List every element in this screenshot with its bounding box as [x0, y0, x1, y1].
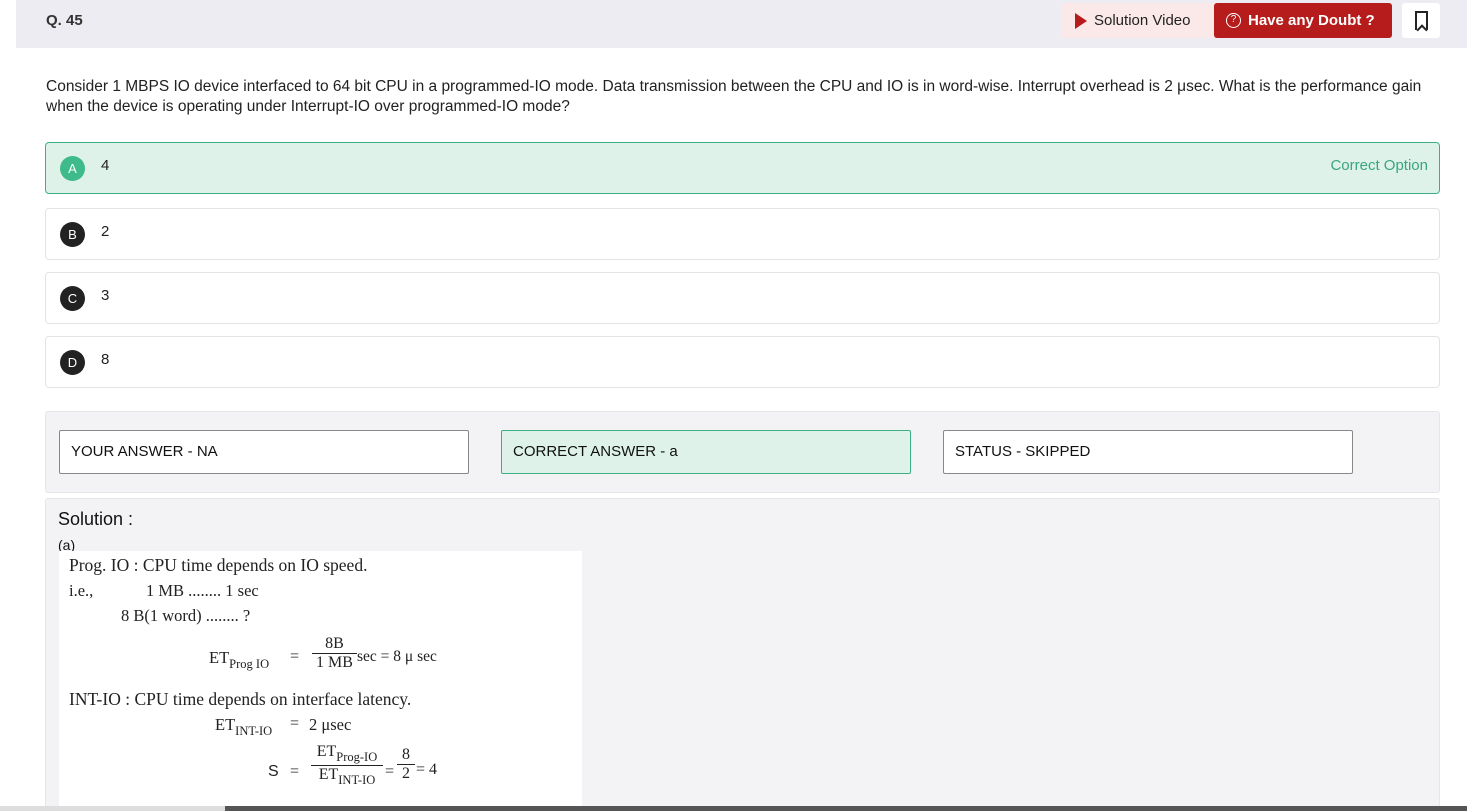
- bookmark-button[interactable]: [1402, 3, 1440, 38]
- fraction-denominator: 2: [397, 764, 415, 783]
- question-text: Consider 1 MBPS IO device interfaced to …: [46, 78, 1422, 115]
- option-letter: C: [60, 286, 85, 311]
- et-subscript: INT-IO: [338, 773, 376, 787]
- fraction-numerator: 8: [402, 746, 410, 763]
- equals-sign: =: [290, 763, 300, 780]
- option-letter: D: [60, 350, 85, 375]
- play-icon: [1075, 12, 1087, 29]
- solution-result: = 4: [416, 761, 438, 778]
- question-header: Q. 45 Solution Video ? Have any Doubt ?: [16, 0, 1467, 48]
- solution-video-button[interactable]: Solution Video: [1062, 3, 1224, 38]
- option-value: 3: [101, 287, 110, 304]
- answer-summary: YOUR ANSWER - NA CORRECT ANSWER - a STAT…: [45, 411, 1440, 493]
- correct-answer-box: CORRECT ANSWER - a: [501, 430, 911, 474]
- solution-video-label: Solution Video: [1094, 12, 1191, 29]
- equals-sign: =: [290, 715, 300, 732]
- solution-panel: Solution : (a) Prog. IO : CPU time depen…: [45, 498, 1440, 811]
- have-doubt-button[interactable]: ? Have any Doubt ?: [1214, 3, 1392, 38]
- solution-line: Prog. IO : CPU time depends on IO speed.: [69, 555, 368, 575]
- option-value: 4: [101, 157, 110, 174]
- et-symbol: ET: [318, 766, 339, 783]
- question-number: Q. 45: [46, 12, 83, 29]
- et-subscript: INT-IO: [235, 724, 273, 738]
- fraction-numerator: ETProg-IO: [311, 743, 383, 765]
- option-c[interactable]: C 3: [45, 272, 1440, 324]
- et-subscript: Prog-IO: [336, 750, 378, 764]
- et-subscript: Prog IO: [229, 657, 270, 671]
- option-a[interactable]: A 4 Correct Option: [45, 142, 1440, 194]
- solution-line: INT-IO : CPU time depends on interface l…: [69, 689, 412, 709]
- correct-option-tag: Correct Option: [1330, 157, 1428, 174]
- option-value: 8: [101, 351, 110, 368]
- solution-line: 8 B(1 word) ........ ?: [121, 606, 251, 625]
- option-b[interactable]: B 2: [45, 208, 1440, 260]
- solution-image: Prog. IO : CPU time depends on IO speed.…: [59, 551, 582, 811]
- option-d[interactable]: D 8: [45, 336, 1440, 388]
- speedup-symbol: S: [268, 763, 279, 780]
- et-symbol: ET: [215, 715, 236, 734]
- et-symbol: ET: [316, 743, 337, 760]
- your-answer-box: YOUR ANSWER - NA: [59, 430, 469, 474]
- equals-sign: =: [290, 648, 300, 665]
- et-symbol: ET: [209, 648, 230, 667]
- et-int-label: ETINT-IO: [215, 715, 272, 739]
- scrollbar-thumb[interactable]: [0, 806, 225, 811]
- fraction: ETProg-IO ETINT-IO: [311, 743, 383, 788]
- question-bubble-icon: ?: [1226, 13, 1241, 28]
- solution-line: i.e.,: [69, 581, 94, 600]
- bookmark-icon: [1414, 11, 1428, 30]
- fraction: 8 2: [397, 746, 415, 783]
- option-letter: A: [60, 156, 85, 181]
- fraction-numerator: 8B: [325, 635, 344, 652]
- solution-title: Solution :: [58, 509, 134, 529]
- solution-line: 1 MB ........ 1 sec: [146, 581, 259, 600]
- option-letter: B: [60, 222, 85, 247]
- fraction-denominator: 1 MB: [312, 653, 357, 672]
- status-box: STATUS - SKIPPED: [943, 430, 1353, 474]
- solution-line: sec = 8 μ sec: [357, 648, 437, 665]
- option-value: 2: [101, 223, 110, 240]
- solution-line: 2 μsec: [309, 715, 352, 734]
- fraction: 8B 1 MB: [312, 635, 357, 672]
- horizontal-scrollbar[interactable]: [0, 806, 1467, 811]
- et-prog-label: ETProg IO: [209, 648, 269, 672]
- fraction-denominator: ETINT-IO: [311, 765, 383, 788]
- equals-sign: =: [385, 763, 395, 780]
- have-doubt-label: Have any Doubt ?: [1248, 12, 1375, 29]
